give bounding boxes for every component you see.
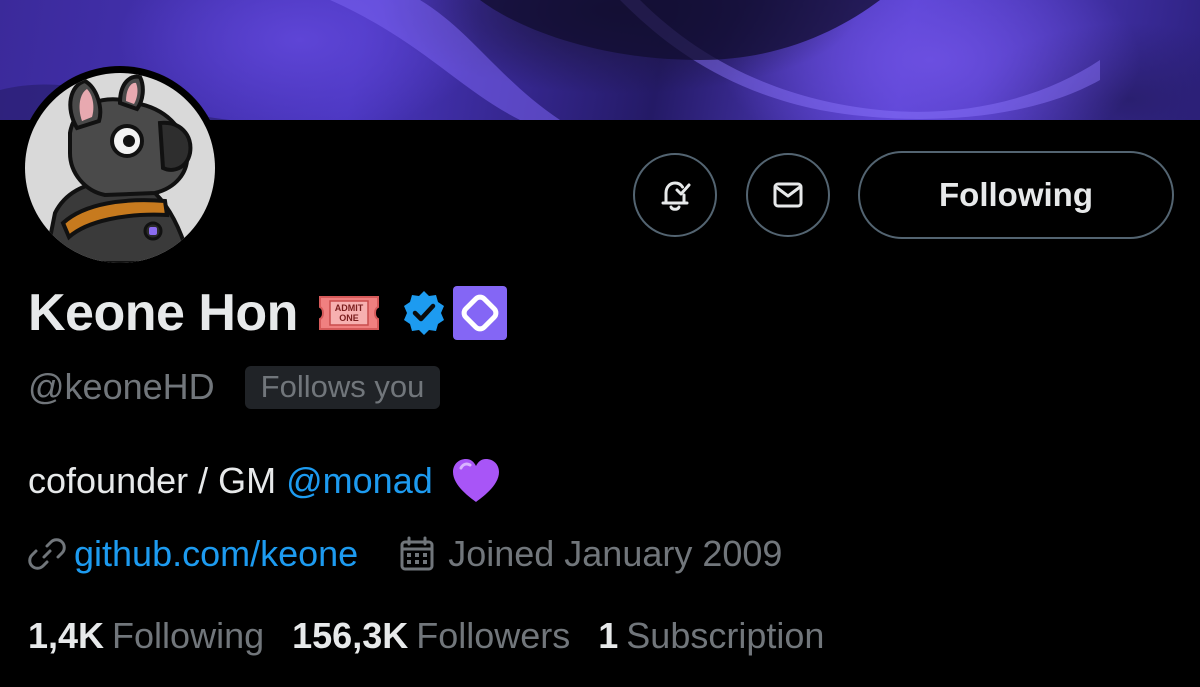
monad-logo-icon[interactable] xyxy=(452,285,508,341)
handle-row: @keoneHD Follows you xyxy=(28,362,441,412)
subscription-stat-link[interactable]: 1 Subscription xyxy=(598,615,824,657)
username: @keoneHD xyxy=(28,366,215,407)
verified-badge-icon[interactable] xyxy=(400,289,448,337)
link-icon xyxy=(28,538,66,570)
ticket-line2: ONE xyxy=(339,313,359,323)
joined-date: Joined January 2009 xyxy=(448,533,783,574)
following-count: 1,4K xyxy=(28,615,105,656)
following-label: Following xyxy=(112,615,265,656)
follows-you-badge: Follows you xyxy=(244,365,441,409)
website-link[interactable]: github.com/keone xyxy=(74,533,358,575)
notifications-button[interactable] xyxy=(633,153,717,237)
following-button[interactable]: Following xyxy=(858,151,1174,239)
bio-text: cofounder / GM xyxy=(28,460,277,501)
followers-label: Followers xyxy=(416,615,571,656)
avatar[interactable] xyxy=(18,66,222,270)
mail-icon xyxy=(773,182,803,208)
bio-mention-link[interactable]: @monad xyxy=(286,460,433,502)
bio: cofounder / GM @monad xyxy=(28,456,501,506)
subscription-count: 1 xyxy=(598,615,619,656)
message-button[interactable] xyxy=(746,153,830,237)
display-name: Keone Hon xyxy=(28,284,298,342)
profile-meta: github.com/keone Joined January 2009 xyxy=(28,528,782,580)
bell-check-icon xyxy=(661,181,691,211)
followers-stat-link[interactable]: 156,3K Followers xyxy=(292,615,570,657)
ticket-line1: ADMIT xyxy=(335,303,364,313)
avatar-image xyxy=(25,73,215,263)
admit-one-ticket-icon: ADMIT ONE xyxy=(318,296,379,330)
profile-stats: 1,4K Following 156,3K Followers 1 Subscr… xyxy=(28,610,852,662)
name-row: Keone Hon ADMIT ONE xyxy=(28,280,508,346)
subscription-label: Subscription xyxy=(626,615,825,656)
followers-count: 156,3K xyxy=(292,615,409,656)
calendar-icon xyxy=(400,536,434,571)
following-stat-link[interactable]: 1,4K Following xyxy=(28,615,264,657)
purple-heart-icon xyxy=(452,459,499,502)
